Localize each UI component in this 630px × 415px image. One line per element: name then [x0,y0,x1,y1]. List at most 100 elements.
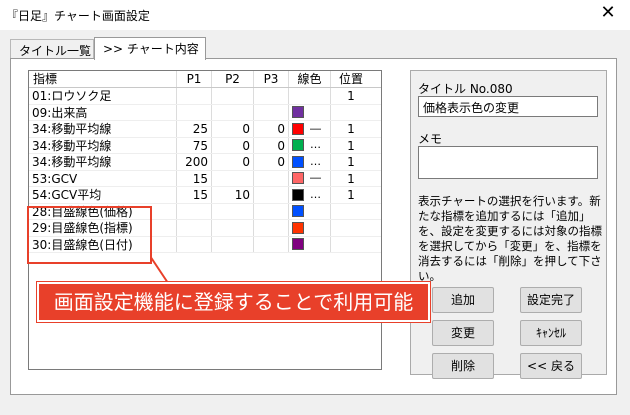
position-cell [331,237,371,253]
line-color-cell: … [289,137,331,153]
param-p2: 0 [212,154,254,170]
param-p2 [212,236,254,252]
param-p3: 0 [254,121,289,137]
memo-label: メモ [418,132,443,146]
header-position: 位置 [338,72,363,86]
color-swatch [292,122,304,135]
line-color-cell [289,104,331,120]
position-cell [331,105,371,121]
indicator-name: 01:ロウソク足 [29,88,177,104]
header-p3: P3 [254,71,289,87]
table-row[interactable]: 01:ロウソク足 1 [29,88,381,105]
indicator-name: 34:移動平均線 [29,137,177,153]
close-icon[interactable]: ✕ [598,3,618,23]
table-row[interactable]: 34:移動平均線 25 0 0 ― 1 [29,121,381,138]
param-p1: 15 [177,170,212,186]
position-cell [331,220,371,236]
position-cell: 1 [347,89,355,103]
param-p1: 15 [177,187,212,203]
table-row[interactable]: 09:出来高 [29,104,381,121]
line-color-cell: ― [289,170,331,186]
param-p3 [254,104,289,120]
color-swatch [292,238,304,251]
line-color-cell: … [289,154,331,170]
param-p2 [212,88,254,104]
callout-connector [150,256,169,284]
position-cell: 1 [347,188,355,202]
line-style: ― [310,121,321,135]
tab-chart-contents[interactable]: >> チャート内容 [94,37,206,60]
line-color-cell [289,236,331,252]
position-cell [331,204,371,220]
table-row[interactable]: 34:移動平均線 75 0 0… 1 [29,137,381,154]
delete-button[interactable]: 削除 [432,353,494,379]
param-p3 [254,236,289,252]
header-indicator: 指標 [29,71,177,87]
title-number-label: タイトル No.080 [418,82,513,96]
param-p2 [212,220,254,236]
table-header: 指標 P1 P2 P3 線色 位置 [29,71,381,88]
line-style: … [310,154,321,168]
param-p3: 0 [254,154,289,170]
change-button[interactable]: 変更 [432,320,494,346]
param-p3 [254,170,289,186]
indicator-name: 34:移動平均線 [29,154,177,170]
position-cell: 1 [347,122,355,136]
description-text: 表示チャートの選択を行います。新たな指標を追加するには「追加」を、設定を変更する… [418,194,602,283]
line-color-cell: … [289,187,331,203]
color-swatch [292,188,304,201]
color-swatch [292,155,304,168]
settings-done-button[interactable]: 設定完了 [520,287,582,313]
line-color-cell: ― [289,121,331,137]
param-p2 [212,170,254,186]
memo-input[interactable] [418,146,598,179]
back-button[interactable]: << 戻る [520,353,582,379]
table-row[interactable]: 53:GCV 15 ― 1 [29,170,381,187]
callout-annotation: 画面設定機能に登録することで利用可能 [36,281,431,323]
param-p1: 75 [177,137,212,153]
position-cell: 1 [347,138,355,153]
tab-title-list[interactable]: タイトル一覧 [10,39,94,59]
param-p3 [254,88,289,104]
param-p2: 10 [212,187,254,203]
param-p3 [254,203,289,219]
header-p1: P1 [177,71,212,87]
indicator-name: 34:移動平均線 [29,121,177,137]
indicator-name: 09:出来高 [29,104,177,120]
param-p2 [212,203,254,219]
param-p1 [177,88,212,104]
cancel-button[interactable]: ｷｬﾝｾﾙ [520,320,582,346]
header-line-color: 線色 [289,71,331,87]
header-p2: P2 [212,71,254,87]
position-cell: 1 [347,155,355,169]
param-p2 [212,104,254,120]
param-p1 [177,104,212,120]
param-p3 [254,220,289,236]
param-p1: 25 [177,121,212,137]
title-input[interactable]: 価格表示色の変更 [418,96,598,117]
param-p3: 0 [254,137,289,153]
color-swatch [292,221,304,234]
table-row[interactable]: 34:移動平均線 200 0 0… 1 [29,154,381,171]
color-swatch [292,172,304,185]
line-style: ― [310,171,321,185]
title-bar: 『日足』チャート画面設定 ✕ [0,0,630,30]
line-color-cell [289,88,331,104]
param-p1 [177,203,212,219]
param-p1 [177,236,212,252]
param-p3 [254,187,289,203]
param-p2: 0 [212,137,254,153]
position-cell: 1 [347,171,355,186]
line-color-cell [289,203,331,219]
param-p1 [177,220,212,236]
color-swatch [292,106,304,119]
indicator-name: 54:GCV平均 [29,187,177,203]
highlight-box [27,206,152,264]
table-row[interactable]: 54:GCV平均 15 10 … 1 [29,187,381,204]
line-color-cell [289,220,331,236]
color-swatch [292,205,304,218]
indicator-name: 53:GCV [29,170,177,186]
window-title: 『日足』チャート画面設定 [6,9,150,23]
add-button[interactable]: 追加 [432,287,494,313]
line-style: … [310,138,321,152]
